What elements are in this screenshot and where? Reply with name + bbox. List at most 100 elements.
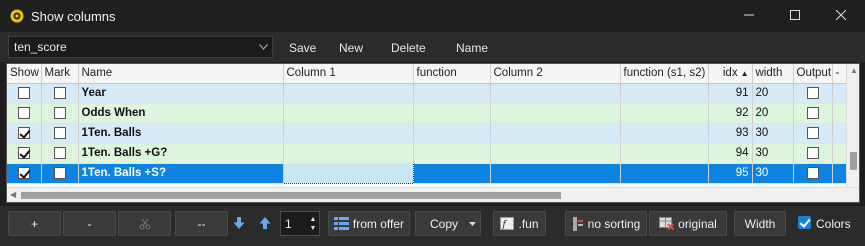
row-column2-cell[interactable] [490,103,621,124]
show-cell[interactable] [7,143,42,164]
output-checkbox[interactable] [806,166,819,179]
columns-grid[interactable]: Show Mark Name Column 1 function Column … [6,63,860,203]
show-cell[interactable] [7,163,42,184]
chevron-down-icon[interactable] [254,37,272,57]
vertical-scroll-thumb[interactable] [850,152,857,170]
row-idx-cell[interactable]: 95 [708,163,753,184]
output-cell[interactable] [793,163,833,184]
colors-checkbox[interactable] [798,216,811,229]
scroll-up-icon[interactable]: ▲ [850,66,858,75]
row-column2-cell[interactable] [490,143,621,164]
row-idx-cell[interactable]: 91 [708,83,753,104]
row-function-cell[interactable] [413,143,491,164]
mark-checkbox[interactable] [53,106,66,119]
row-function-cell[interactable] [413,83,491,104]
row-function-cell[interactable] [413,123,491,144]
mark-checkbox[interactable] [53,146,66,159]
row-function2-cell[interactable] [620,163,709,184]
copy-dropdown-button[interactable]: Copy [415,211,481,236]
show-checkbox[interactable] [17,126,30,139]
row-column1-cell[interactable] [283,123,414,144]
row-column1-cell[interactable] [283,103,414,124]
output-checkbox[interactable] [806,126,819,139]
add-button[interactable]: + [8,211,61,236]
colors-label[interactable]: Colors [816,217,851,231]
column-header-show[interactable]: Show [7,64,42,84]
output-cell[interactable] [793,83,833,104]
column-header-function[interactable]: function [413,64,491,84]
column-header-extra[interactable]: - [832,64,848,84]
spinner-arrows-icon[interactable]: ▲ ▼ [307,215,319,233]
mark-cell[interactable] [41,163,79,184]
arrow-down-icon[interactable] [233,216,245,230]
column-header-mark[interactable]: Mark [41,64,79,84]
row-function-cell[interactable] [413,103,491,124]
row-function2-cell[interactable] [620,123,709,144]
row-column1-cell[interactable] [282,162,414,184]
vertical-scrollbar[interactable]: ▲ [846,64,859,188]
output-checkbox[interactable] [806,106,819,119]
table-row[interactable]: 1Ten. Balls 93 30 [7,123,848,144]
row-column2-cell[interactable] [490,83,621,104]
dash-button[interactable]: -- [175,211,228,236]
cut-button[interactable] [118,211,171,236]
close-button[interactable] [818,0,864,32]
row-name-cell[interactable]: Odds When [78,103,284,124]
row-column2-cell[interactable] [490,123,621,144]
row-width-cell[interactable]: 20 [752,103,794,124]
new-button[interactable]: New [339,41,363,55]
row-function-cell[interactable] [413,163,491,184]
column-header-name[interactable]: Name [78,64,284,84]
scroll-left-icon[interactable]: ◀ [10,190,16,199]
mark-checkbox[interactable] [53,166,66,179]
row-function2-cell[interactable] [620,103,709,124]
column-header-width[interactable]: width [752,64,794,84]
mark-cell[interactable] [41,143,79,164]
row-column1-cell[interactable] [283,83,414,104]
mark-cell[interactable] [41,123,79,144]
table-row[interactable]: Year 91 20 [7,83,848,104]
table-row[interactable]: 1Ten. Balls +S? 95 30 [7,162,848,184]
show-checkbox[interactable] [17,86,30,99]
show-checkbox[interactable] [17,166,30,179]
output-cell[interactable] [793,123,833,144]
row-function2-cell[interactable] [620,83,709,104]
step-spinner[interactable]: 1 ▲ ▼ [280,211,320,236]
row-width-cell[interactable]: 30 [752,143,794,164]
table-row[interactable]: Odds When 92 20 [7,103,848,124]
column-header-column2[interactable]: Column 2 [490,64,621,84]
show-cell[interactable] [7,83,42,104]
column-header-idx[interactable]: idx ▲ [708,64,753,84]
fun-button[interactable]: f .fun [493,211,546,236]
column-header-column1[interactable]: Column 1 [283,64,414,84]
row-name-cell[interactable]: Year [78,83,284,104]
output-checkbox[interactable] [806,86,819,99]
output-checkbox[interactable] [806,146,819,159]
row-function2-cell[interactable] [620,143,709,164]
horizontal-scroll-thumb[interactable] [21,192,561,199]
output-cell[interactable] [793,103,833,124]
row-name-cell[interactable]: 1Ten. Balls +S? [78,163,284,184]
row-width-cell[interactable]: 30 [752,163,794,184]
row-width-cell[interactable]: 30 [752,123,794,144]
save-button[interactable]: Save [289,41,316,55]
no-sorting-button[interactable]: no sorting [565,211,647,236]
minimize-button[interactable] [726,0,772,32]
preset-select[interactable]: ten_score [8,36,273,58]
column-header-function2[interactable]: function (s1, s2) [620,64,709,84]
row-column2-cell[interactable] [490,163,621,184]
table-row[interactable]: 1Ten. Balls +G? 94 30 [7,143,848,164]
delete-button[interactable]: Delete [391,41,426,55]
horizontal-scrollbar[interactable]: ◀ [7,187,859,202]
mark-cell[interactable] [41,83,79,104]
row-name-cell[interactable]: 1Ten. Balls [78,123,284,144]
row-idx-cell[interactable]: 93 [708,123,753,144]
show-checkbox[interactable] [17,146,30,159]
maximize-button[interactable] [772,0,818,32]
mark-cell[interactable] [41,103,79,124]
mark-checkbox[interactable] [53,86,66,99]
row-width-cell[interactable]: 20 [752,83,794,104]
row-idx-cell[interactable]: 94 [708,143,753,164]
show-cell[interactable] [7,103,42,124]
remove-button[interactable]: - [63,211,116,236]
